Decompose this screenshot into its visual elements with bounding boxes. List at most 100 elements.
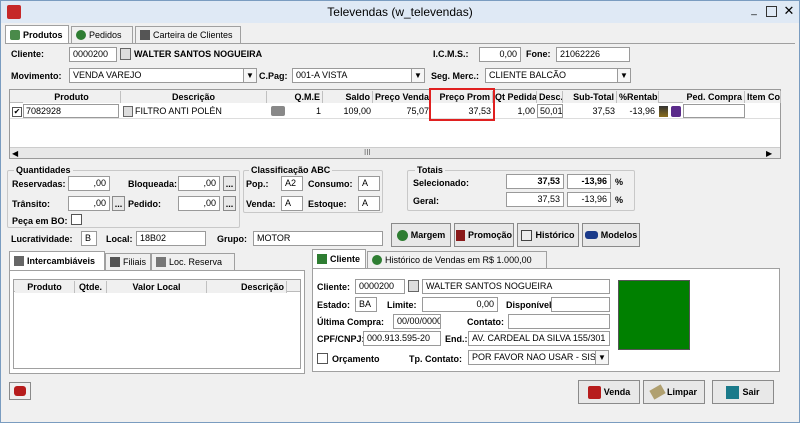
transito-more-button[interactable]: ... [112, 196, 125, 211]
cell-saldo: 109,00 [343, 106, 371, 116]
col-int-descricao[interactable]: Descrição [207, 281, 287, 293]
geral-input[interactable]: 37,53 [506, 192, 564, 207]
estoque-input[interactable]: A [358, 196, 380, 211]
movimento-dropdown-icon[interactable]: ▼ [243, 68, 257, 83]
bloqueada-input[interactable]: ,00 [178, 176, 220, 191]
fone-input[interactable]: 21062226 [556, 47, 630, 62]
client-name-input[interactable]: WALTER SANTOS NOGUEIRA [422, 279, 610, 294]
venda-input[interactable]: A [281, 196, 303, 211]
selecionado-pct-input[interactable]: -13,96 [567, 174, 611, 189]
reservadas-input[interactable]: ,00 [68, 176, 110, 191]
cell-qt-pedida[interactable]: 1,00 [493, 104, 537, 118]
local-input[interactable]: 18B02 [136, 231, 206, 246]
col-preco-venda[interactable]: Preço Venda [373, 91, 431, 103]
tab-pedidos[interactable]: Pedidos [71, 26, 133, 43]
tab-filiais[interactable]: Filiais [105, 253, 151, 270]
margem-button[interactable]: Margem [391, 223, 451, 247]
col-sub-total[interactable]: Sub-Total [563, 91, 617, 103]
tab-cliente[interactable]: Cliente [312, 249, 366, 268]
vehicle-icon[interactable] [271, 106, 285, 116]
geral-label: Geral: [413, 196, 440, 206]
cliente-code-input[interactable]: 0000200 [69, 47, 117, 62]
selecionado-input[interactable]: 37,53 [506, 174, 564, 189]
pedido-input[interactable]: ,00 [178, 196, 220, 211]
tab-loc-reserva[interactable]: Loc. Reserva [151, 253, 235, 270]
close-button[interactable]: ✕ [783, 4, 795, 18]
sair-button[interactable]: Sair [712, 380, 774, 404]
lucratividade-input[interactable]: B [81, 231, 97, 246]
tab-produtos[interactable]: Produtos [5, 25, 69, 43]
col-ped-compra[interactable]: Ped. Compra [683, 91, 745, 103]
transito-input[interactable]: ,00 [68, 196, 110, 211]
tp-contato-label: Tp. Contato: [409, 354, 462, 364]
tp-contato-dropdown-icon[interactable]: ▼ [595, 350, 609, 365]
scroll-right-icon[interactable]: ▶ [766, 149, 772, 158]
geral-pct-input[interactable]: -13,96 [567, 192, 611, 207]
venda-button[interactable]: Venda [578, 380, 640, 404]
scroll-thumb-icon[interactable]: III [364, 148, 371, 157]
col-qme[interactable]: Q.M.E [267, 91, 323, 103]
cell-desc[interactable]: 50,01 [537, 104, 563, 118]
cell-ped-compra[interactable] [683, 104, 745, 118]
tab-historico-vendas[interactable]: Histórico de Vendas em R$ 1.000,00 [367, 251, 547, 268]
geral-pct-sign: % [615, 195, 624, 205]
icms-input[interactable]: 0,00 [479, 47, 521, 62]
limpar-button[interactable]: Limpar [643, 380, 705, 404]
cpag-select[interactable]: 001-A VISTA [292, 68, 412, 83]
pop-input[interactable]: A2 [281, 176, 303, 191]
pop-label: Pop.: [246, 179, 269, 189]
margem-label: Margem [410, 230, 446, 240]
pedido-more-button[interactable]: ... [223, 196, 236, 211]
col-item-co[interactable]: Item Co [745, 91, 781, 103]
grupo-input[interactable]: MOTOR [253, 231, 383, 246]
loc-reserva-tab-icon [156, 257, 166, 267]
col-int-produto[interactable]: Produto [15, 281, 75, 293]
tp-contato-select[interactable]: POR FAVOR NAO USAR - SIST [468, 350, 596, 365]
col-produto[interactable]: Produto [23, 91, 121, 103]
client-code-input[interactable]: 0000200 [355, 279, 405, 294]
segmerc-dropdown-icon[interactable]: ▼ [617, 68, 631, 83]
col-saldo[interactable]: Saldo [323, 91, 373, 103]
end-input[interactable]: AV. CARDEAL DA SILVA 155/301 [468, 331, 610, 346]
client-lookup-icon[interactable] [408, 280, 419, 292]
modelos-button[interactable]: Modelos [582, 223, 640, 247]
movimento-select[interactable]: VENDA VAREJO [69, 68, 245, 83]
cell-produto[interactable]: 7082928 [23, 104, 119, 118]
orcamento-checkbox[interactable] [317, 353, 328, 364]
tab-intercambiaveis[interactable]: Intercambiáveis [9, 251, 105, 270]
cpf-input[interactable]: 000.913.595-20 [363, 331, 441, 346]
maximize-button[interactable] [766, 6, 777, 17]
consumo-input[interactable]: A [358, 176, 380, 191]
peca-bo-checkbox[interactable] [71, 214, 82, 225]
segmerc-select[interactable]: CLIENTE BALCÃO [485, 68, 619, 83]
estoque-label: Estoque: [308, 199, 347, 209]
col-descricao[interactable]: Descrição [121, 91, 267, 103]
scroll-left-icon[interactable]: ◀ [12, 149, 18, 158]
disponivel-input[interactable] [551, 297, 610, 312]
col-qt-pedida[interactable]: Qt Pedida [493, 91, 537, 103]
col-int-valor-local[interactable]: Valor Local [107, 281, 207, 293]
contato-input[interactable] [508, 314, 610, 329]
consumo-label: Consumo: [308, 179, 353, 189]
ultima-compra-input[interactable]: 00/00/0000 [393, 314, 441, 329]
estado-input[interactable]: BA [355, 297, 377, 312]
col-rentab[interactable]: %Rentab. [617, 91, 659, 103]
grid-hscrollbar[interactable]: ◀ ▶ III [10, 147, 780, 158]
promocao-button[interactable]: Promoção [454, 223, 514, 247]
col-desc[interactable]: Desc. [537, 91, 563, 103]
minimize-button[interactable]: _ [748, 6, 760, 18]
stack-icon[interactable] [659, 106, 668, 117]
car-icon [584, 231, 598, 239]
row-checkbox[interactable]: ✔ [12, 107, 22, 117]
phone-button[interactable] [9, 382, 31, 400]
historico-button[interactable]: Histórico [517, 223, 579, 247]
limite-input[interactable]: 0,00 [422, 297, 498, 312]
tab-carteira[interactable]: Carteira de Clientes [135, 26, 241, 43]
col-int-qtde[interactable]: Qtde. [75, 281, 107, 293]
cliente-lookup-icon[interactable] [120, 48, 131, 60]
promocao-label: Promoção [467, 230, 512, 240]
cpag-dropdown-icon[interactable]: ▼ [411, 68, 425, 83]
bloqueada-more-button[interactable]: ... [223, 176, 236, 191]
dollar-icon[interactable] [671, 106, 681, 117]
produto-lookup-icon[interactable] [123, 106, 133, 117]
